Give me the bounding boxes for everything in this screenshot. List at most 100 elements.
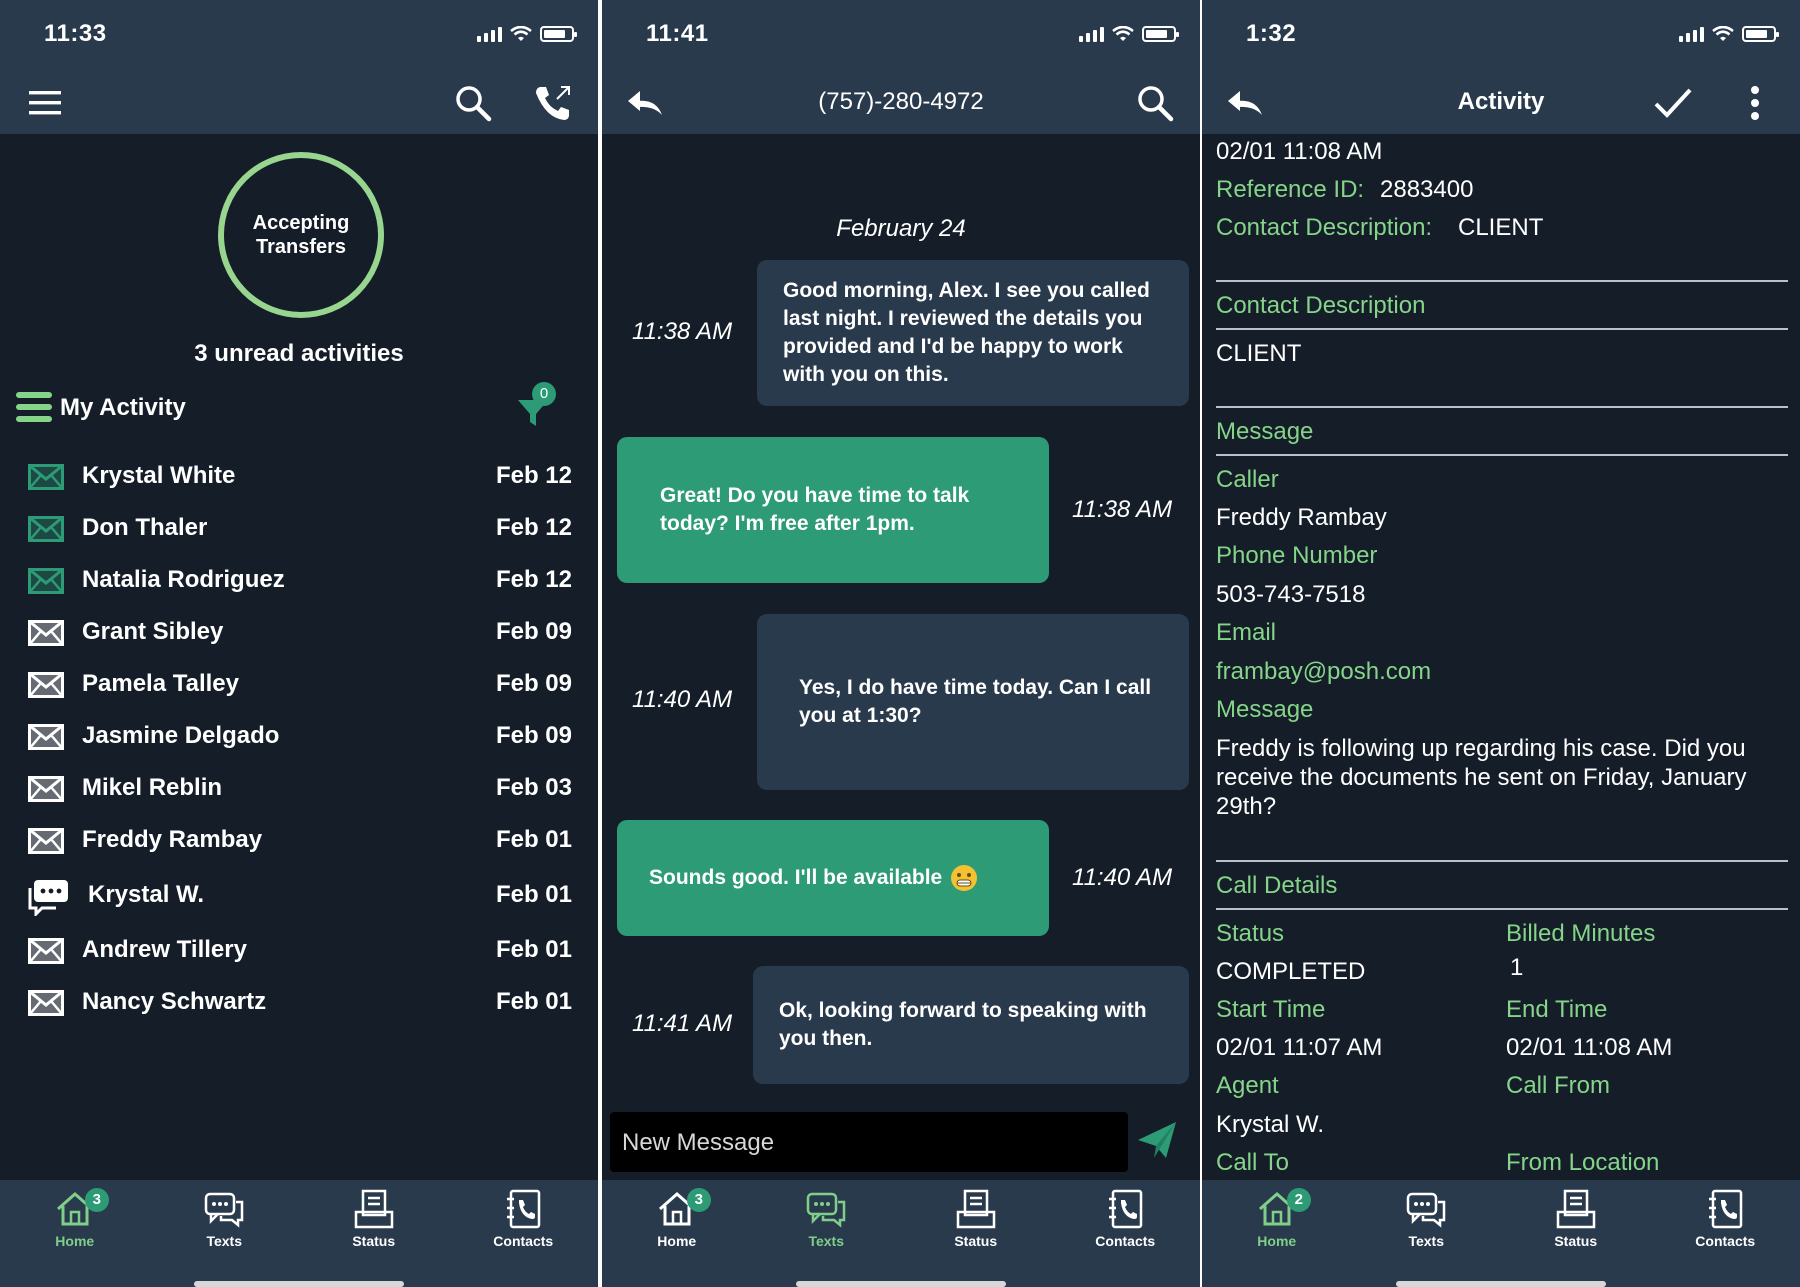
tab-home[interactable]: 2 Home [1217,1180,1337,1287]
activity-datetime: 02/01 11:08 AM [1216,138,1383,165]
message-time: 11:38 AM [1072,496,1173,523]
activity-name: Don Thaler [82,514,208,541]
tab-status[interactable]: Status [314,1180,434,1287]
call-to-label: Call To [1216,1149,1289,1176]
activity-name: Jasmine Delgado [82,722,280,749]
search-icon[interactable] [450,80,496,126]
check-icon[interactable] [1650,80,1696,126]
activity-row[interactable]: Andrew Tillery Feb 01 [0,924,598,976]
message-text: Great! Do you have time to talk today? I… [660,484,970,535]
compose-placeholder: New Message [622,1129,775,1156]
tab-home[interactable]: 3 Home [617,1180,737,1287]
home-badge: 3 [686,1188,711,1212]
contacts-icon [1709,1189,1743,1229]
tab-contacts[interactable]: Contacts [1665,1180,1785,1287]
top-bar: (757)-280-4972 [602,70,1200,134]
from-location-label: From Location [1506,1149,1660,1176]
divider [1216,860,1788,862]
grimace-emoji-icon [951,865,978,891]
menu-icon[interactable] [22,80,68,126]
tab-status-label: Status [352,1233,396,1249]
texts-icon [807,1192,846,1228]
activity-date: Feb 01 [495,881,572,908]
divider [1216,454,1788,456]
texts-icon [205,1192,244,1228]
status-icon [956,1189,995,1229]
tab-contacts-label: Contacts [493,1233,554,1249]
activity-date: Feb 12 [495,462,572,489]
message-bubble-incoming[interactable]: Ok, looking forward to speaking with you… [753,966,1189,1084]
tab-texts-label: Texts [808,1233,845,1249]
envelope-icon [28,938,64,964]
activity-row[interactable]: Freddy Rambay Feb 01 [0,814,598,866]
top-bar: Activity [1202,70,1800,134]
signal-icon [477,26,502,42]
home-indicator [796,1281,1006,1287]
tab-home-label: Home [55,1233,95,1249]
more-vert-icon[interactable] [1732,80,1778,126]
envelope-icon [28,724,64,750]
tab-bar: 2 Home Texts Status Contacts [1202,1180,1800,1287]
status-bar: 11:33 [0,0,598,70]
new-message-input[interactable]: New Message [610,1112,1128,1172]
envelope-icon [28,672,64,698]
phone-transfer-icon[interactable] [530,80,576,126]
email-link[interactable]: frambay@posh.com [1216,658,1431,686]
tab-contacts[interactable]: Contacts [463,1180,583,1287]
activity-row[interactable]: Natalia Rodriguez Feb 12 [0,554,598,606]
agent-value: Krystal W. [1216,1111,1325,1138]
end-time-label: End Time [1506,996,1608,1023]
activity-date: Feb 01 [495,936,572,963]
activity-row[interactable]: Nancy Schwartz Feb 01 [0,976,598,1028]
activity-detail-screen: 1:32 Activity 02/01 11:08 AM Reference I… [1202,0,1800,1287]
status-label: Status [1216,920,1285,947]
envelope-icon [28,776,64,802]
phone-value[interactable]: 503-743-7518 [1216,581,1365,609]
contacts-icon [507,1189,541,1229]
tab-bar: 3 Home Texts Status Contacts [0,1180,598,1287]
section-call-details: Call Details [1216,872,1338,899]
status-icons [477,26,577,42]
search-icon[interactable] [1132,80,1178,126]
agent-label: Agent [1216,1072,1279,1099]
message-bubble-incoming[interactable]: Yes, I do have time today. Can I call yo… [757,614,1189,790]
envelope-icon [28,990,64,1016]
activity-row[interactable]: Mikel Reblin Feb 03 [0,762,598,814]
activity-row[interactable]: Grant Sibley Feb 09 [0,606,598,658]
activity-name: Nancy Schwartz [82,988,267,1015]
contact-desc-value: CLIENT [1458,214,1544,241]
signal-icon [1679,26,1704,42]
activity-row[interactable]: Krystal White Feb 12 [0,450,598,502]
envelope-icon [28,516,64,542]
activity-row[interactable]: Pamela Talley Feb 09 [0,658,598,710]
tab-status[interactable]: Status [1516,1180,1636,1287]
texts-icon [1407,1192,1446,1228]
message-bubble-incoming[interactable]: Good morning, Alex. I see you called las… [757,260,1189,406]
tab-texts[interactable]: Texts [766,1180,886,1287]
activity-name: Krystal W. [88,881,205,908]
tab-texts[interactable]: Texts [1366,1180,1486,1287]
unread-count: 3 unread activities [194,340,404,367]
clock: 11:33 [44,20,107,47]
send-icon[interactable] [1134,1118,1184,1166]
activity-row[interactable]: Jasmine Delgado Feb 09 [0,710,598,762]
tab-status-label: Status [1554,1233,1598,1249]
home-indicator [194,1281,404,1287]
activity-name: Grant Sibley [82,618,224,645]
page-title: Activity [1457,88,1545,115]
tab-home[interactable]: 3 Home [15,1180,135,1287]
tab-texts[interactable]: Texts [164,1180,284,1287]
activity-row[interactable]: Krystal W. Feb 01 [0,866,598,924]
filter-button[interactable]: 0 [516,382,562,432]
tab-status[interactable]: Status [916,1180,1036,1287]
list-icon [16,392,52,422]
activity-row[interactable]: Don Thaler Feb 12 [0,502,598,554]
message-bubble-outgoing[interactable]: Sounds good. I'll be available [617,820,1049,936]
tab-contacts[interactable]: Contacts [1065,1180,1185,1287]
message-bubble-outgoing[interactable]: Great! Do you have time to talk today? I… [617,437,1049,583]
accepting-transfers-toggle[interactable]: Accepting Transfers [218,152,384,318]
tab-contacts-label: Contacts [1095,1233,1156,1249]
activity-name: Freddy Rambay [82,826,263,853]
conversation-phone-number: (757)-280-4972 [818,88,984,115]
status-icon [1556,1189,1595,1229]
